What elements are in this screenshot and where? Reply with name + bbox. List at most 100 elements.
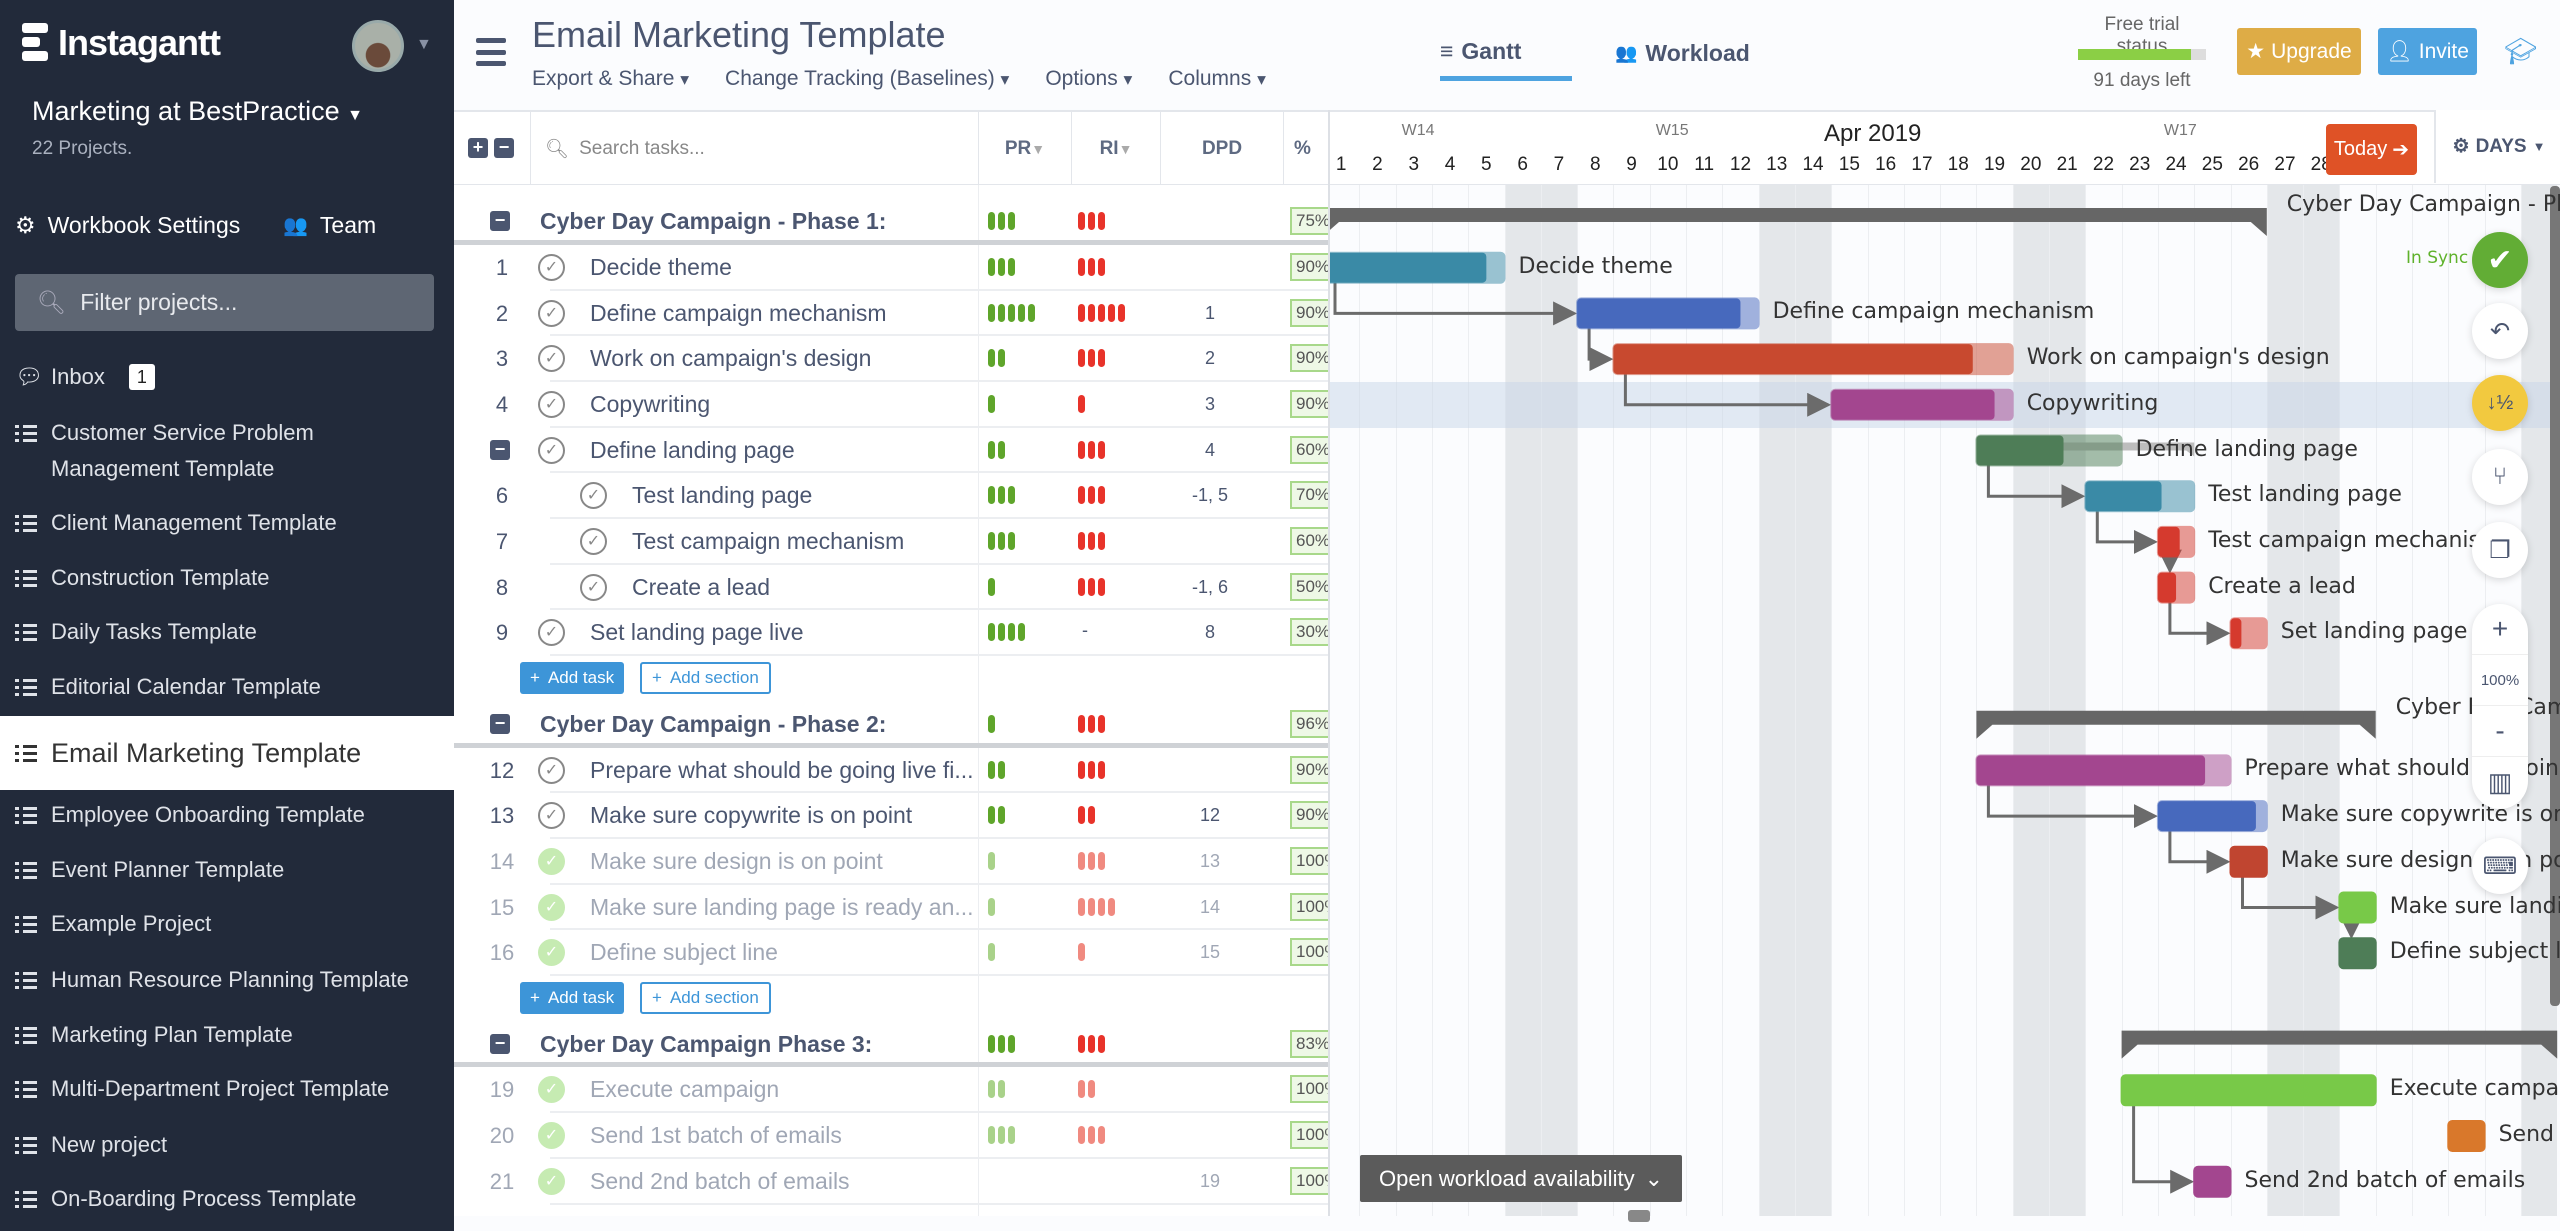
percent-complete[interactable]: 90% (1290, 252, 1328, 281)
percent-complete[interactable]: 30% (1290, 618, 1328, 647)
percent-complete[interactable]: 50% (1290, 572, 1328, 601)
task-bar[interactable] (2120, 1074, 2377, 1107)
menu-options[interactable]: Options ▾ (1045, 67, 1132, 91)
menu-export-share[interactable]: Export & Share ▾ (532, 67, 689, 91)
search-tasks-input[interactable]: 🔍︎ Search tasks... (530, 112, 978, 185)
percent-complete[interactable]: 96% (1290, 709, 1328, 738)
complete-check-icon[interactable]: ✓ (538, 893, 565, 921)
task-bar[interactable] (2156, 571, 2196, 604)
menu-change-tracking[interactable]: Change Tracking (Baselines) ▾ (725, 67, 1009, 91)
add-section-button[interactable]: + Add section (640, 982, 771, 1015)
priority-indicator[interactable] (988, 394, 995, 413)
task-row[interactable]: 8 ✓ Create a lead -1, 6 50% (454, 565, 1328, 611)
sort-button[interactable]: ↓½ (2472, 375, 2528, 431)
summary-bar[interactable] (1976, 710, 2376, 739)
percent-complete[interactable]: 90% (1290, 801, 1328, 830)
gantt-scrollbar[interactable] (2550, 186, 2560, 1006)
percent-complete[interactable]: 100% (1290, 1166, 1328, 1195)
risk-indicator[interactable] (1078, 257, 1105, 276)
add-row[interactable]: + Add task + Add section (454, 976, 1328, 1022)
priority-indicator[interactable] (988, 806, 1005, 825)
task-name[interactable]: Cyber Day Campaign Phase 3: (540, 1031, 872, 1058)
priority-indicator[interactable] (988, 440, 1005, 459)
complete-check-icon[interactable]: ✓ (538, 436, 565, 464)
complete-check-icon[interactable]: ✓ (538, 619, 565, 647)
percent-complete[interactable]: 90% (1290, 389, 1328, 418)
task-name[interactable]: Cyber Day Campaign - Phase 2: (540, 711, 886, 738)
task-row[interactable]: 12 ✓ Prepare what should be going live fi.… (454, 748, 1328, 794)
task-row[interactable]: 1 ✓ Decide theme 90% (454, 245, 1328, 291)
percent-complete[interactable]: 90% (1290, 298, 1328, 327)
priority-indicator[interactable] (988, 1126, 1015, 1145)
task-name[interactable]: Make sure copywrite is on point (590, 802, 912, 829)
priority-indicator[interactable] (988, 212, 1015, 231)
column-ri[interactable]: RI ▼ (1071, 112, 1160, 185)
dependency-cell[interactable]: 3 (1160, 394, 1260, 415)
task-bar[interactable] (2156, 800, 2268, 833)
dependency-cell[interactable]: 4 (1160, 440, 1260, 461)
task-bar[interactable] (2338, 937, 2377, 970)
tab-gantt[interactable]: ≡ Gantt (1440, 38, 1521, 65)
collapse-section-icon[interactable]: − (490, 211, 510, 232)
task-row[interactable]: 9 ✓ Set landing page live - 8 30% (454, 610, 1328, 657)
sidebar-project-item[interactable]: Event Planner Template (0, 852, 454, 888)
task-name[interactable]: Test campaign mechanism (632, 528, 904, 555)
percent-complete[interactable]: 90% (1290, 755, 1328, 784)
dependency-cell[interactable]: -1, 6 (1160, 577, 1260, 598)
task-name[interactable]: Copywriting (590, 391, 710, 418)
dependency-cell[interactable]: -1, 5 (1160, 485, 1260, 506)
task-name[interactable]: Decide theme (590, 254, 732, 281)
sidebar-item-inbox[interactable]: 💬︎ Inbox 1 (0, 359, 454, 395)
priority-indicator[interactable] (988, 943, 995, 962)
sidebar-project-item[interactable]: On-Boarding Process Template (0, 1181, 454, 1217)
task-bar[interactable] (1975, 434, 2123, 467)
complete-check-icon[interactable]: ✓ (580, 528, 607, 556)
complete-check-icon[interactable]: ✓ (538, 802, 565, 830)
sync-check-button[interactable]: ✔ (2472, 232, 2528, 288)
column-pr[interactable]: PR ▼ (978, 112, 1071, 185)
dependency-cell[interactable]: 13 (1160, 851, 1260, 872)
brand-logo[interactable]: Instagantt (22, 22, 221, 64)
task-row[interactable]: 15 ✓ Make sure landing page is ready an...… (454, 885, 1328, 931)
dependency-cell[interactable]: 12 (1160, 805, 1260, 826)
task-bar[interactable] (1612, 343, 2014, 376)
risk-indicator[interactable] (1078, 943, 1085, 962)
section-row[interactable]: − Cyber Day Campaign - Phase 2: 96% (454, 702, 1328, 748)
sidebar-project-item[interactable]: Construction Template (0, 560, 454, 596)
complete-check-icon[interactable]: ✓ (538, 847, 565, 875)
complete-check-icon[interactable]: ✓ (538, 1076, 565, 1104)
filter-projects-input[interactable]: 🔍︎ Filter projects... (15, 274, 434, 331)
task-name[interactable]: Cyber Day Campaign - Phase 1: (540, 208, 886, 235)
expand-all-icon[interactable]: + (468, 138, 488, 158)
percent-complete[interactable]: 60% (1290, 435, 1328, 464)
risk-indicator[interactable] (1078, 440, 1105, 459)
risk-indicator[interactable] (1078, 806, 1095, 825)
percent-complete[interactable]: 100% (1290, 1121, 1328, 1150)
task-bar[interactable] (2447, 1120, 2486, 1152)
open-workload-button[interactable]: Open workload availability ⌄ (1360, 1155, 1682, 1202)
percent-complete[interactable]: 100% (1290, 892, 1328, 921)
zoom-out-button[interactable]: - (2472, 706, 2528, 757)
priority-indicator[interactable] (988, 349, 1005, 368)
task-row[interactable]: 6 ✓ Test landing page -1, 5 70% (454, 473, 1328, 520)
task-name[interactable]: Prepare what should be going live fi... (590, 757, 974, 784)
priority-indicator[interactable] (988, 760, 1005, 779)
complete-check-icon[interactable]: ✓ (538, 299, 565, 327)
priority-indicator[interactable] (988, 303, 1035, 322)
risk-indicator[interactable] (1078, 532, 1105, 551)
dependency-cell[interactable]: 8 (1160, 622, 1260, 643)
collapse-section-icon[interactable]: − (490, 713, 510, 734)
complete-check-icon[interactable]: ✓ (538, 939, 565, 967)
undo-button[interactable]: ↶ (2472, 303, 2528, 359)
task-bar[interactable] (2084, 480, 2196, 513)
workbook-settings-button[interactable]: ⚙ Workbook Settings (15, 212, 240, 239)
priority-indicator[interactable] (988, 486, 1015, 505)
task-row[interactable]: 14 ✓ Make sure design is on point 13 100% (454, 839, 1328, 885)
duplicate-button[interactable]: ❐ (2472, 522, 2528, 578)
priority-indicator[interactable] (988, 1080, 1005, 1099)
sidebar-project-item[interactable]: Editorial Calendar Template (0, 669, 454, 705)
task-row[interactable]: 3 ✓ Work on campaign's design 2 90% (454, 336, 1328, 382)
column-dpd[interactable]: DPD (1160, 112, 1283, 185)
task-bar[interactable] (2338, 891, 2377, 924)
task-name[interactable]: Make sure design is on point (590, 848, 883, 875)
